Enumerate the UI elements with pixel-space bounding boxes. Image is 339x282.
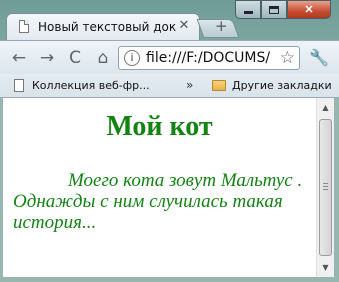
vertical-scrollbar[interactable]: ▲ ▼: [316, 98, 334, 277]
back-arrow-icon[interactable]: ←: [8, 48, 30, 68]
other-bookmarks-link[interactable]: Другие закладки: [232, 79, 332, 92]
maximize-button[interactable]: [261, 0, 287, 19]
bookmarks-bar: Коллекция веб-фр... » Другие закладки: [0, 74, 339, 98]
wrench-menu-icon[interactable]: 🔧: [307, 48, 331, 68]
tab-title: Новый текстовый доку…: [38, 20, 176, 34]
grip-line: [323, 183, 328, 184]
minimize-button[interactable]: [235, 0, 261, 19]
page-icon: [19, 20, 29, 33]
maximize-icon: [269, 5, 279, 14]
scroll-down-arrow-icon[interactable]: ▼: [318, 260, 333, 275]
address-bar[interactable]: i file:///F:/DOCUMS/ ☆: [118, 46, 300, 70]
title-bar: Новый текстовый доку… ✕ + ✕: [0, 0, 339, 40]
window-frame-bottom: [0, 277, 339, 282]
scroll-thumb[interactable]: [319, 119, 332, 256]
navigation-toolbar: ← → C ⌂ i file:///F:/DOCUMS/ ☆ 🔧: [0, 40, 339, 74]
grip-line: [323, 189, 328, 190]
scroll-up-arrow-icon[interactable]: ▲: [318, 100, 333, 115]
grip-line: [323, 186, 328, 187]
close-tab-icon[interactable]: ✕: [177, 19, 191, 33]
url-text[interactable]: file:///F:/DOCUMS/: [146, 49, 281, 67]
plus-icon[interactable]: +: [215, 18, 228, 34]
forward-arrow-icon[interactable]: →: [36, 48, 58, 68]
folder-icon: [212, 80, 226, 91]
window-frame-right: [334, 98, 339, 277]
page-info-icon[interactable]: i: [124, 50, 140, 66]
page-content: Мой кот Моего кота зовут Мальтус . Однаж…: [3, 98, 316, 277]
bookmark-collection-link[interactable]: Коллекция веб-фр...: [32, 79, 150, 92]
bookmarks-chevron-icon[interactable]: »: [186, 78, 193, 92]
home-icon[interactable]: ⌂: [92, 48, 114, 68]
tab-current[interactable]: Новый текстовый доку… ✕: [6, 13, 200, 40]
browser-window: Новый текстовый доку… ✕ + ✕ ← → C ⌂ i fi…: [0, 0, 339, 282]
bookmark-star-icon[interactable]: ☆: [280, 48, 295, 68]
page-heading: Мой кот: [106, 111, 213, 142]
bookmark-page-icon: [14, 79, 24, 92]
minimize-icon: [243, 11, 253, 14]
story-paragraph: Моего кота зовут Мальтус . Однажды с ним…: [13, 170, 303, 233]
reload-icon[interactable]: C: [64, 48, 86, 68]
window-controls: ✕: [235, 0, 335, 20]
window-close-button[interactable]: ✕: [287, 0, 331, 19]
